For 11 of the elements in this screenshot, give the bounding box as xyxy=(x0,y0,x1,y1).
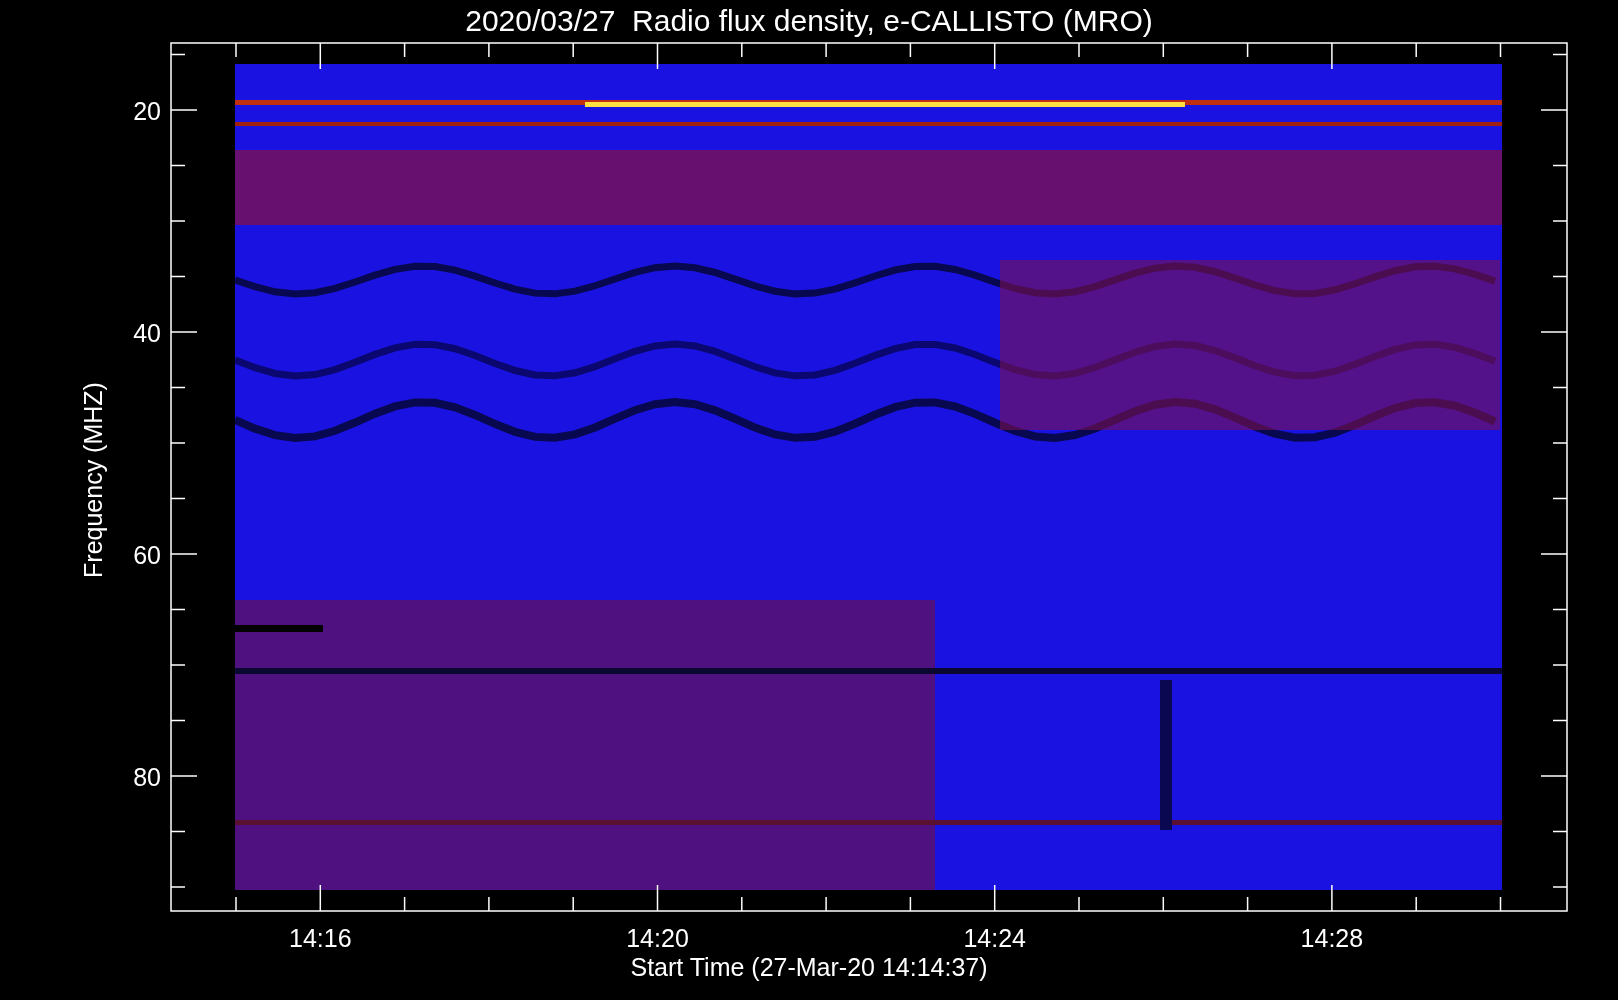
axis-tick-label: 14:24 xyxy=(963,924,1026,952)
axis-tick-label: 80 xyxy=(133,763,161,791)
axis-tick-label: 60 xyxy=(133,541,161,569)
axis-tick-label: 14:20 xyxy=(626,924,689,952)
axis-tick-label: 40 xyxy=(133,319,161,347)
axis-tick-label: 14:16 xyxy=(289,924,352,952)
axis-label: Frequency (MHZ) xyxy=(79,382,107,578)
axis-tick-label: 20 xyxy=(133,97,161,125)
axis-label: Start Time (27-Mar-20 14:14:37) xyxy=(630,953,988,981)
axis-tick-label: 14:28 xyxy=(1300,924,1364,952)
chart-title: 2020/03/27 Radio flux density, e-CALLISTO (MRO) xyxy=(465,4,1153,37)
